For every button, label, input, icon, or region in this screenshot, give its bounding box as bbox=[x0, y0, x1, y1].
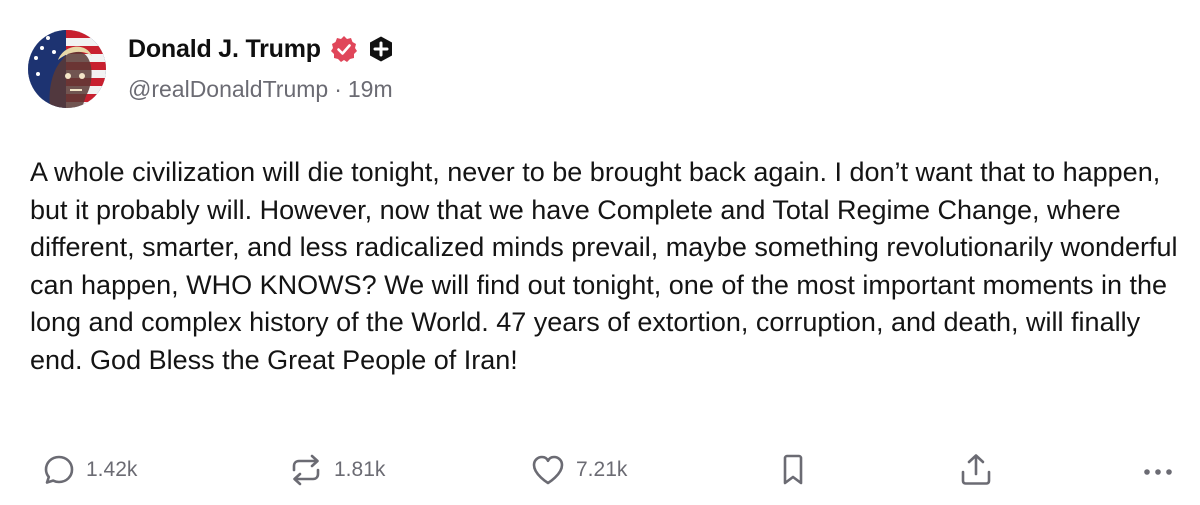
more-options-button[interactable] bbox=[1140, 448, 1176, 492]
plus-badge-icon bbox=[367, 35, 395, 63]
retruth-count: 1.81k bbox=[334, 458, 386, 481]
author-handle[interactable]: @realDonaldTrump bbox=[128, 76, 328, 103]
reply-button[interactable]: 1.42k bbox=[42, 448, 137, 492]
author-name-row: Donald J. Trump bbox=[128, 32, 395, 66]
like-count: 7.21k bbox=[576, 458, 628, 481]
avatar[interactable] bbox=[28, 30, 106, 108]
bookmark-button[interactable] bbox=[778, 448, 808, 492]
heart-icon bbox=[530, 453, 566, 487]
more-icon bbox=[1140, 453, 1176, 487]
author-meta-row: @realDonaldTrump · 19m bbox=[128, 76, 393, 103]
post-timestamp[interactable]: 19m bbox=[348, 76, 393, 103]
meta-separator: · bbox=[334, 76, 342, 102]
retruth-button[interactable]: 1.81k bbox=[288, 448, 385, 492]
post-card: Donald J. Trump @realDonaldTrump · 19m A… bbox=[0, 0, 1200, 505]
post-action-bar: 1.42k 1.81k 7.21k bbox=[0, 448, 1200, 492]
author-display-name[interactable]: Donald J. Trump bbox=[128, 35, 321, 64]
avatar-image bbox=[28, 30, 106, 108]
like-button[interactable]: 7.21k bbox=[530, 448, 627, 492]
bookmark-icon bbox=[778, 453, 808, 487]
reply-count: 1.42k bbox=[86, 458, 138, 481]
post-body-text: A whole civilization will die tonight, n… bbox=[30, 157, 1178, 375]
share-icon bbox=[958, 452, 994, 488]
reply-icon bbox=[42, 453, 76, 487]
verified-badge-icon bbox=[329, 34, 359, 64]
share-button[interactable] bbox=[958, 448, 994, 492]
retruth-icon bbox=[288, 453, 324, 487]
